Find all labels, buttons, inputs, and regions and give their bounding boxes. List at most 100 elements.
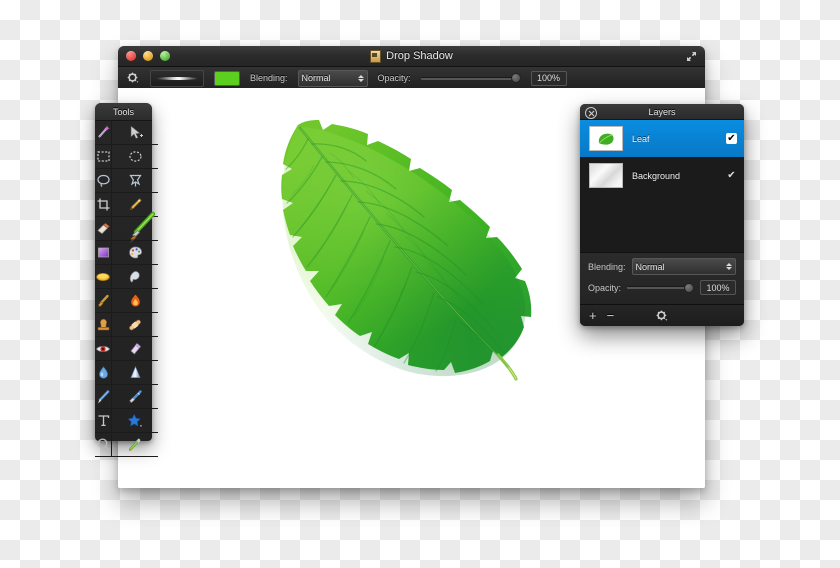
cone-icon xyxy=(130,366,140,378)
window-titlebar[interactable]: Drop Shadow xyxy=(118,46,705,67)
palette-icon xyxy=(128,246,142,259)
eyedropper-tool[interactable] xyxy=(112,433,158,457)
window-zoom-button[interactable] xyxy=(160,51,170,61)
clone-stamp-tool[interactable] xyxy=(112,241,158,265)
expand-arrows-icon[interactable] xyxy=(684,49,699,64)
window-title: Drop Shadow xyxy=(386,50,453,62)
highlighter-tool[interactable] xyxy=(112,385,158,409)
cone-gradient-tool[interactable] xyxy=(112,361,158,385)
pen-tool[interactable] xyxy=(95,385,112,409)
sharpen-tool[interactable] xyxy=(112,337,158,361)
slider-knob[interactable] xyxy=(684,282,694,293)
layers-blending-label: Blending: xyxy=(588,261,626,272)
pen-icon xyxy=(97,389,110,404)
move-tool[interactable] xyxy=(112,121,158,145)
document-icon xyxy=(370,49,382,63)
ellipse-select-icon xyxy=(128,151,142,162)
options-toolbar: Blending: Normal Opacity: 100% xyxy=(118,67,705,90)
red-eye-icon xyxy=(96,345,110,352)
rectangular-marquee-tool[interactable] xyxy=(95,145,112,169)
opacity-slider[interactable] xyxy=(420,72,521,84)
red-eye-tool[interactable] xyxy=(95,337,112,361)
rect-select-icon xyxy=(96,151,110,162)
bandage-tool[interactable] xyxy=(112,313,158,337)
lasso-tool[interactable] xyxy=(95,169,112,193)
crop-icon xyxy=(97,198,109,211)
window-title-group: Drop Shadow xyxy=(118,46,705,66)
close-circle-icon[interactable] xyxy=(585,107,597,119)
layers-blending-select[interactable]: Normal xyxy=(631,258,736,275)
layer-visibility-checkbox[interactable]: ✔ xyxy=(726,170,737,181)
eyedropper-icon xyxy=(129,438,141,451)
blur-brush-icon xyxy=(97,294,109,307)
blur-tool[interactable] xyxy=(95,289,112,313)
layers-blending-row: Blending: Normal xyxy=(588,258,736,275)
chevron-updown-icon xyxy=(357,74,364,82)
layers-opacity-row: Opacity: 100% xyxy=(588,280,736,295)
layer-row[interactable]: Leaf ✔ xyxy=(580,120,744,157)
polygon-lasso-icon xyxy=(128,174,142,187)
paint-bucket-tool[interactable] xyxy=(95,265,112,289)
foreground-color-swatch[interactable] xyxy=(214,70,240,86)
layers-footer: + − xyxy=(580,304,744,326)
opacity-label: Opacity: xyxy=(377,73,411,83)
slider-knob[interactable] xyxy=(510,73,521,83)
opacity-value-field[interactable]: 100% xyxy=(530,70,567,86)
green-leaf-image xyxy=(278,117,546,389)
window-close-button[interactable] xyxy=(126,51,136,61)
layer-name: Background xyxy=(632,170,681,181)
shape-tool[interactable] xyxy=(112,409,158,433)
blending-mode-select[interactable]: Normal xyxy=(297,69,368,87)
layers-panel: Layers Leaf ✔ Background ✔ Blending: Nor… xyxy=(580,104,744,326)
smudge-tool[interactable] xyxy=(112,265,158,289)
highlighter-icon xyxy=(128,389,142,404)
stamp-tool[interactable] xyxy=(95,313,112,337)
tools-palette-title: Tools xyxy=(95,103,152,121)
rubber-stamp-icon xyxy=(97,318,109,331)
type-tool[interactable] xyxy=(95,409,112,433)
layer-visibility-checkbox[interactable]: ✔ xyxy=(726,133,737,144)
layers-panel-titlebar: Layers xyxy=(580,104,744,120)
sharpen-icon xyxy=(130,342,141,355)
flame-icon xyxy=(130,294,140,307)
traffic-lights xyxy=(126,51,170,61)
polygonal-lasso-tool[interactable] xyxy=(112,169,158,193)
eraser-icon xyxy=(97,222,110,234)
elliptical-marquee-tool[interactable] xyxy=(112,145,158,169)
layers-opacity-label: Opacity: xyxy=(588,282,622,293)
layers-panel-title: Layers xyxy=(648,106,676,117)
remove-layer-button[interactable]: − xyxy=(607,309,615,322)
tools-palette: Tools xyxy=(95,103,158,457)
slider-track xyxy=(420,76,521,80)
blending-label: Blending: xyxy=(250,73,288,83)
magic-wand-tool[interactable] xyxy=(95,121,112,145)
gear-icon[interactable] xyxy=(126,71,140,85)
crop-tool[interactable] xyxy=(95,193,112,217)
magic-wand-icon xyxy=(97,125,110,138)
layers-controls: Blending: Normal Opacity: 100% xyxy=(580,252,744,304)
tools-grid xyxy=(95,121,158,457)
layers-settings-gear-icon[interactable] xyxy=(656,310,668,322)
window-minimize-button[interactable] xyxy=(143,51,153,61)
layer-row[interactable]: Background ✔ xyxy=(580,157,744,194)
brush-preview-swatch[interactable] xyxy=(150,69,204,87)
blending-mode-value: Normal xyxy=(301,73,331,83)
water-drop-tool[interactable] xyxy=(95,361,112,385)
layers-opacity-slider[interactable] xyxy=(627,282,694,294)
layer-name: Leaf xyxy=(632,133,650,144)
burn-tool[interactable] xyxy=(112,289,158,313)
smudge-icon xyxy=(129,270,140,282)
add-layer-button[interactable]: + xyxy=(589,309,597,322)
leaf-thumbnail xyxy=(589,126,623,151)
eraser-tool[interactable] xyxy=(95,217,112,241)
gradient-icon xyxy=(97,247,109,258)
paintbrush-tool[interactable] xyxy=(112,211,158,244)
arrow-move-icon xyxy=(130,125,143,139)
magnifier-icon xyxy=(97,438,110,451)
layers-opacity-value-field[interactable]: 100% xyxy=(700,280,736,295)
zoom-tool[interactable] xyxy=(95,433,112,457)
paint-bucket-icon xyxy=(96,272,110,281)
chevron-updown-icon xyxy=(726,263,732,270)
gradient-tool[interactable] xyxy=(95,241,112,265)
background-thumbnail xyxy=(589,163,623,188)
